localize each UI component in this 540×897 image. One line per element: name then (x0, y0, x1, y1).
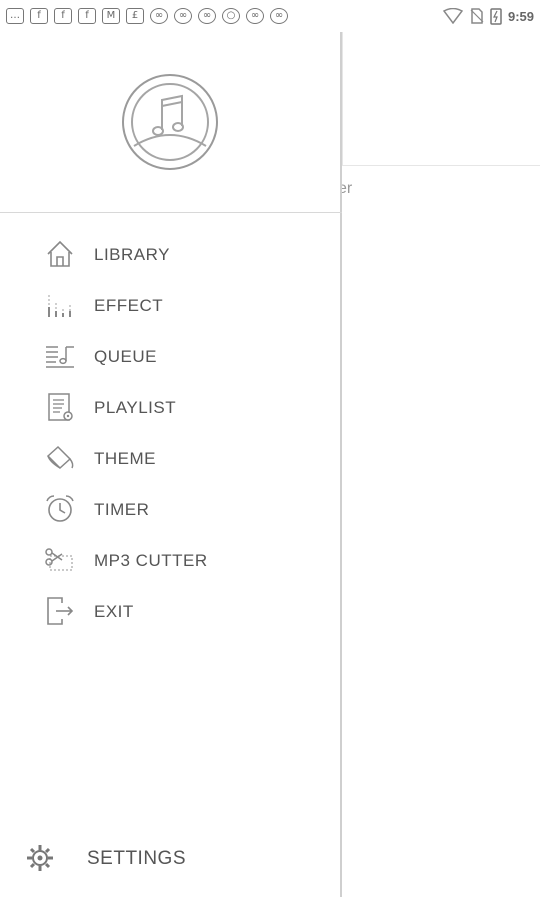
menu-item-queue[interactable]: QUEUE (0, 330, 340, 381)
menu-item-label: EXIT (94, 602, 134, 621)
menu-item-exit[interactable]: EXIT (0, 585, 340, 636)
menu-item-mp3-cutter[interactable]: MP3 CUTTER (0, 534, 340, 585)
app-icon: ∞ (174, 8, 192, 24)
system-icons: 9:59 (442, 7, 534, 25)
menu-item-library[interactable]: LIBRARY (0, 228, 340, 279)
music-note-icon (131, 83, 209, 161)
facebook-icon: f (30, 8, 48, 24)
settings-button[interactable]: SETTINGS (0, 838, 340, 878)
menu-item-label: PLAYLIST (94, 398, 177, 417)
app-icon: ○ (222, 8, 240, 24)
status-bar: … f f f M £ ∞ ∞ ∞ ○ ∞ ∞ 9:59 (0, 0, 540, 32)
no-sim-icon (470, 8, 484, 24)
app-icon: ∞ (246, 8, 264, 24)
alarm-clock-icon (46, 495, 74, 522)
menu-item-label: TIMER (94, 500, 150, 519)
navigation-drawer: LIBRARY EFFECT QUEUE PLAYLIST THEME TIME… (0, 32, 342, 897)
equalizer-icon (48, 295, 71, 317)
app-icon: ∞ (198, 8, 216, 24)
menu-item-theme[interactable]: THEME (0, 432, 340, 483)
app-logo (122, 74, 218, 170)
app-icon: ∞ (150, 8, 168, 24)
menu-item-label: QUEUE (94, 347, 157, 366)
notification-icons: … f f f M £ ∞ ∞ ∞ ○ ∞ ∞ (6, 8, 288, 24)
facebook-icon: f (54, 8, 72, 24)
clock: 9:59 (507, 8, 534, 24)
menu-item-label: MP3 CUTTER (94, 551, 208, 570)
paint-bucket-icon (46, 445, 74, 470)
menu-item-label: EFFECT (94, 296, 164, 315)
more-icon: … (6, 8, 24, 24)
home-icon (47, 240, 73, 267)
scissors-icon (45, 548, 73, 571)
app-icon: ∞ (270, 8, 288, 24)
menu-item-label: THEME (94, 449, 156, 468)
mail-icon: M (102, 8, 120, 24)
app-icon: £ (126, 8, 144, 24)
main-content (342, 32, 540, 897)
menu-item-label: LIBRARY (94, 245, 170, 264)
divider (342, 165, 540, 166)
battery-charging-icon (490, 8, 502, 25)
drawer-menu: LIBRARY EFFECT QUEUE PLAYLIST THEME TIME… (0, 228, 340, 636)
menu-item-playlist[interactable]: PLAYLIST (0, 381, 340, 432)
settings-label: SETTINGS (87, 848, 187, 869)
facebook-icon: f (78, 8, 96, 24)
exit-icon (47, 597, 74, 625)
menu-item-timer[interactable]: TIMER (0, 483, 340, 534)
gear-icon (27, 845, 53, 871)
drawer-header (0, 32, 342, 213)
divider (342, 32, 343, 166)
wifi-icon (442, 8, 464, 24)
queue-icon (46, 346, 74, 368)
menu-item-effect[interactable]: EFFECT (0, 279, 340, 330)
playlist-icon (48, 393, 73, 421)
